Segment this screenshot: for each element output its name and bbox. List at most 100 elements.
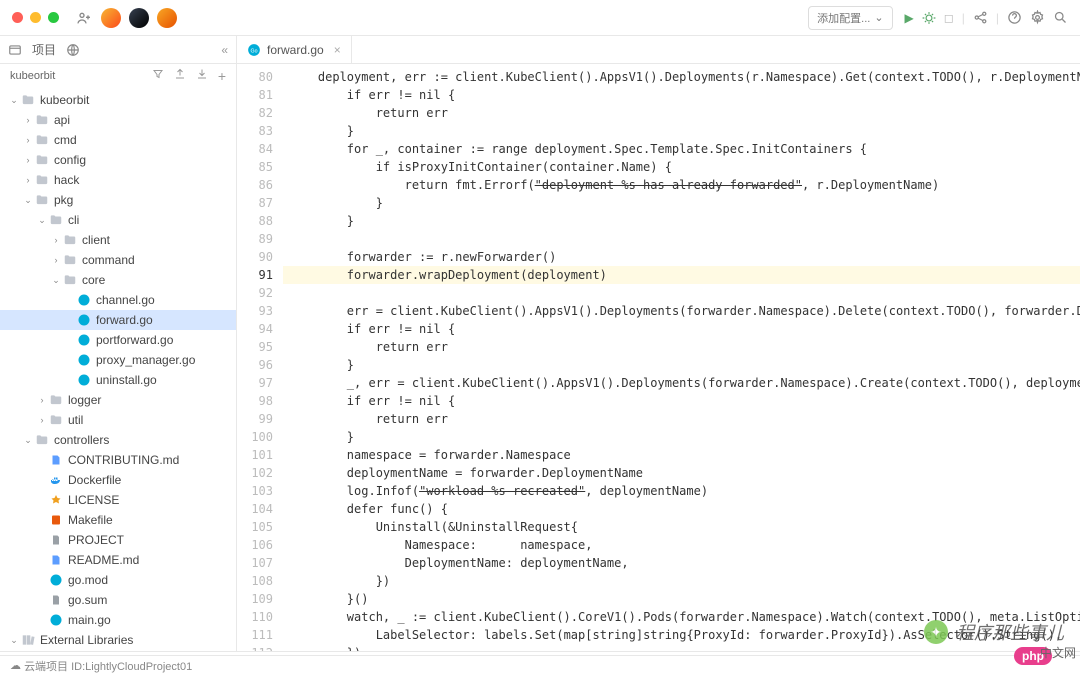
chevron-icon[interactable]: ›	[36, 395, 48, 405]
tree-label: api	[54, 113, 70, 127]
code-area[interactable]: deployment, err := client.KubeClient().A…	[283, 64, 1080, 651]
tree-node[interactable]: ›command	[0, 250, 236, 270]
file-tree[interactable]: ⌄kubeorbit›api›cmd›config›hack⌄pkg⌄cli›c…	[0, 88, 236, 651]
editor-tab-forward[interactable]: Go forward.go ×	[237, 36, 352, 63]
tree-node[interactable]: ›cmd	[0, 130, 236, 150]
project-tool-icon[interactable]	[8, 43, 22, 57]
tree-node[interactable]: README.md	[0, 550, 236, 570]
close-window[interactable]	[12, 12, 23, 23]
filter-icon[interactable]	[152, 68, 164, 84]
debug-icon[interactable]	[922, 11, 936, 25]
chevron-icon[interactable]: ⌄	[22, 195, 34, 206]
file-icon	[62, 253, 78, 267]
avatar-3[interactable]	[157, 8, 177, 28]
run-icon[interactable]: ▶	[905, 11, 914, 25]
upload-icon[interactable]	[174, 68, 186, 84]
tree-node[interactable]: ⌄ External Libraries	[0, 630, 236, 650]
chevron-icon[interactable]: ⌄	[22, 435, 34, 446]
tree-label: README.md	[68, 553, 139, 567]
avatar-2[interactable]	[129, 8, 149, 28]
project-label: 项目	[32, 41, 56, 58]
tree-node[interactable]: LICENSE	[0, 490, 236, 510]
tree-node[interactable]: proxy_manager.go	[0, 350, 236, 370]
tree-node[interactable]: CONTRIBUTING.md	[0, 450, 236, 470]
file-icon	[76, 294, 92, 306]
chevron-icon[interactable]: ⌄	[50, 275, 62, 286]
tree-node[interactable]: channel.go	[0, 290, 236, 310]
run-config-dropdown[interactable]: 添加配置... ⌄	[808, 6, 892, 30]
search-icon[interactable]	[1053, 10, 1068, 25]
chevron-icon[interactable]: ⌄	[8, 635, 20, 646]
file-icon	[48, 494, 64, 506]
settings-gear-icon[interactable]	[1030, 10, 1045, 25]
tree-node[interactable]: ⌄controllers	[0, 430, 236, 450]
file-icon	[48, 574, 64, 586]
tree-node[interactable]: ›logger	[0, 390, 236, 410]
tree-node[interactable]: Go 1.18	[0, 650, 236, 651]
file-icon	[48, 594, 64, 606]
chevron-icon[interactable]: ›	[22, 115, 34, 125]
tree-node[interactable]: forward.go	[0, 310, 236, 330]
tree-node[interactable]: portforward.go	[0, 330, 236, 350]
tree-node[interactable]: › util	[0, 410, 236, 430]
tab-label: forward.go	[267, 43, 324, 57]
chevron-icon[interactable]: ›	[22, 155, 34, 165]
project-sidebar: kubeorbit + ⌄kubeorbit › api ›cmd›config›ha…	[0, 64, 237, 651]
tree-node[interactable]: Dockerfile	[0, 470, 236, 490]
tree-node[interactable]: go.sum	[0, 590, 236, 610]
tree-label: core	[82, 273, 105, 287]
chevron-icon[interactable]: ›	[50, 255, 62, 265]
tree-node[interactable]: ⌄kubeorbit	[0, 90, 236, 110]
collapse-sidebar-icon[interactable]: «	[221, 43, 228, 57]
file-icon	[76, 354, 92, 366]
tree-label: CONTRIBUTING.md	[68, 453, 179, 467]
tree-node[interactable]: main.go	[0, 610, 236, 630]
tree-node[interactable]: uninstall.go	[0, 370, 236, 390]
chevron-icon[interactable]: ⌄	[8, 95, 20, 106]
add-icon[interactable]: +	[218, 68, 226, 84]
minimize-window[interactable]	[30, 12, 41, 23]
wechat-icon: ✦	[924, 620, 948, 644]
stop-icon[interactable]: ◻	[944, 11, 954, 25]
tree-node[interactable]: PROJECT	[0, 530, 236, 550]
tree-node[interactable]: ⌄cli	[0, 210, 236, 230]
tree-label: main.go	[68, 613, 111, 627]
tree-label: uninstall.go	[96, 373, 157, 387]
file-icon	[34, 113, 50, 127]
file-icon	[20, 633, 36, 647]
go-file-icon: Go	[247, 43, 261, 57]
chevron-icon[interactable]: ›	[50, 235, 62, 245]
tree-node[interactable]: ›client	[0, 230, 236, 250]
chevron-icon[interactable]: ›	[36, 415, 48, 425]
maximize-window[interactable]	[48, 12, 59, 23]
tree-label: util	[68, 413, 83, 427]
file-icon	[48, 393, 64, 407]
code-editor[interactable]: 8081828384858687888990919293949596979899…	[237, 64, 1080, 651]
web-icon[interactable]	[66, 43, 80, 57]
file-icon	[48, 614, 64, 626]
file-icon	[48, 413, 64, 427]
file-icon	[76, 314, 92, 326]
tree-label: External Libraries	[40, 633, 133, 647]
tree-node[interactable]: ⌄pkg	[0, 190, 236, 210]
line-gutter: 8081828384858687888990919293949596979899…	[237, 64, 283, 651]
share-icon[interactable]	[973, 10, 988, 25]
help-icon[interactable]	[1007, 10, 1022, 25]
tree-node[interactable]: go.mod	[0, 570, 236, 590]
close-tab-icon[interactable]: ×	[334, 43, 341, 57]
breadcrumb-root[interactable]: kubeorbit	[10, 70, 55, 82]
cloud-icon: ☁	[10, 659, 21, 672]
window-controls	[12, 12, 59, 23]
avatar-1[interactable]	[101, 8, 121, 28]
add-user-icon[interactable]	[75, 9, 93, 27]
download-icon[interactable]	[196, 68, 208, 84]
chevron-icon[interactable]: ›	[22, 175, 34, 185]
chevron-icon[interactable]: ›	[22, 135, 34, 145]
tree-node[interactable]: Makefile	[0, 510, 236, 530]
tree-node[interactable]: › api	[0, 110, 236, 130]
file-icon	[48, 534, 64, 546]
tree-node[interactable]: ⌄ core	[0, 270, 236, 290]
tree-node[interactable]: ›config	[0, 150, 236, 170]
chevron-icon[interactable]: ⌄	[36, 215, 48, 226]
tree-node[interactable]: ›hack	[0, 170, 236, 190]
